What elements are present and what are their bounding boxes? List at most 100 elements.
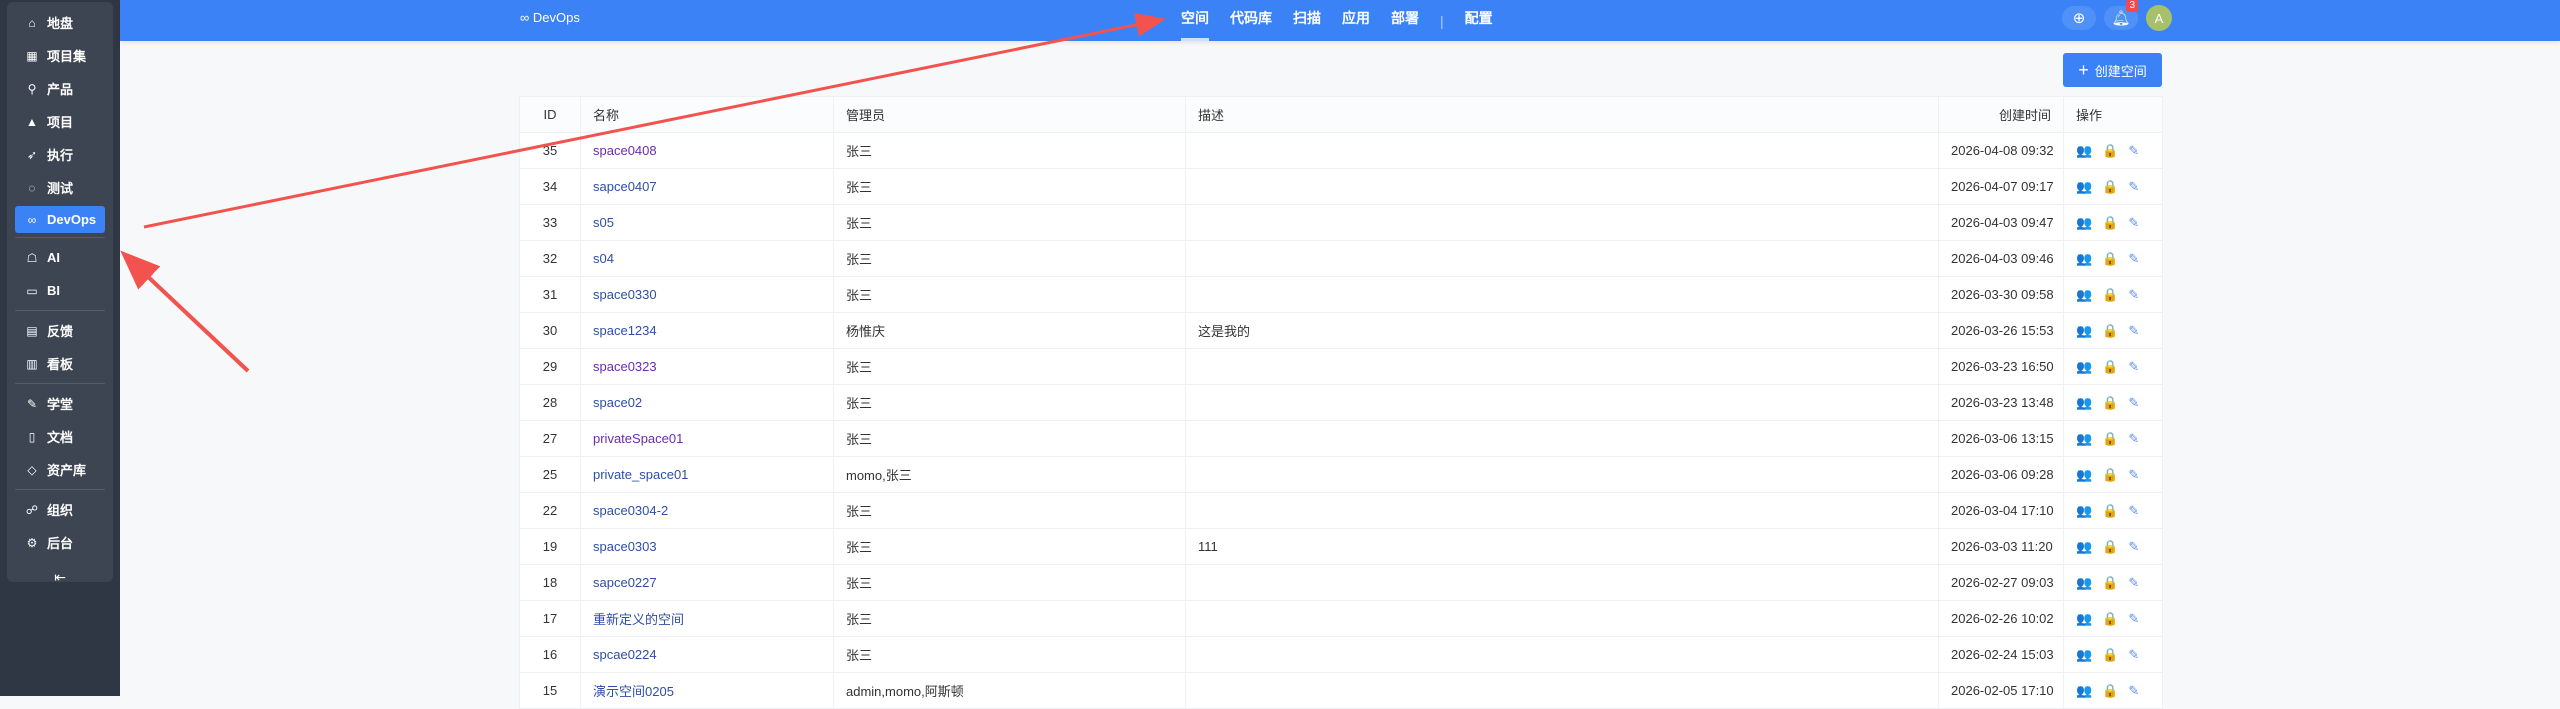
space-name-link[interactable]: space0303 — [580, 528, 834, 565]
sidebar-item-12[interactable]: ▯ 文档 — [15, 420, 105, 453]
edit-icon[interactable]: ✎ — [2128, 575, 2139, 591]
lock-icon[interactable]: 🔒 — [2102, 215, 2118, 231]
members-icon[interactable]: 👥 — [2076, 431, 2092, 447]
space-name-link[interactable]: space0408 — [580, 132, 834, 169]
edit-icon[interactable]: ✎ — [2128, 467, 2139, 483]
row-id: 18 — [519, 564, 581, 601]
tab-0[interactable]: 空间 — [1181, 0, 1209, 41]
members-icon[interactable]: 👥 — [2076, 683, 2092, 699]
edit-icon[interactable]: ✎ — [2128, 395, 2139, 411]
space-name-link[interactable]: sapce0407 — [580, 168, 834, 205]
sidebar-item-5[interactable]: ◌ 测试 — [15, 171, 105, 204]
lock-icon[interactable]: 🔒 — [2102, 323, 2118, 339]
lock-icon[interactable]: 🔒 — [2102, 539, 2118, 555]
lock-icon[interactable]: 🔒 — [2102, 647, 2118, 663]
lock-icon[interactable]: 🔒 — [2102, 467, 2118, 483]
lock-icon[interactable]: 🔒 — [2102, 683, 2118, 699]
members-icon[interactable]: 👥 — [2076, 575, 2092, 591]
lock-icon[interactable]: 🔒 — [2102, 431, 2118, 447]
tab-5[interactable]: 配置 — [1465, 0, 1493, 41]
space-name-link[interactable]: 重新定义的空间 — [580, 600, 834, 637]
space-name-link[interactable]: s05 — [580, 204, 834, 241]
space-name-link[interactable]: space0323 — [580, 348, 834, 385]
edit-icon[interactable]: ✎ — [2128, 431, 2139, 447]
edit-icon[interactable]: ✎ — [2128, 503, 2139, 519]
space-name-link[interactable]: space02 — [580, 384, 834, 421]
sidebar-item-15[interactable]: ⚙ 后台 — [15, 526, 105, 559]
tab-2[interactable]: 扫描 — [1293, 0, 1321, 41]
sidebar-item-4[interactable]: ➶ 执行 — [15, 138, 105, 171]
members-icon[interactable]: 👥 — [2076, 467, 2092, 483]
sidebar-item-7[interactable]: ☖ AI — [15, 241, 105, 274]
sidebar-item-0[interactable]: ⌂ 地盘 — [15, 6, 105, 39]
edit-icon[interactable]: ✎ — [2128, 215, 2139, 231]
space-name-link[interactable]: 演示空间0205 — [580, 672, 834, 709]
members-icon[interactable]: 👥 — [2076, 323, 2092, 339]
sidebar-item-10[interactable]: ▥ 看板 — [15, 347, 105, 380]
edit-icon[interactable]: ✎ — [2128, 251, 2139, 267]
sidebar-item-8[interactable]: ▭ BI — [15, 274, 105, 307]
lock-icon[interactable]: 🔒 — [2102, 179, 2118, 195]
avatar[interactable]: A — [2146, 5, 2172, 31]
space-name-link[interactable]: sapce0227 — [580, 564, 834, 601]
tab-1[interactable]: 代码库 — [1230, 0, 1272, 41]
sidebar-item-14[interactable]: ☍ 组织 — [15, 493, 105, 526]
sidebar-item-9[interactable]: ▤ 反馈 — [15, 314, 105, 347]
row-actions: 👥 🔒 ✎ — [2063, 312, 2163, 349]
space-name-link[interactable]: private_space01 — [580, 456, 834, 493]
sidebar-item-6[interactable]: ∞ DevOps — [15, 206, 105, 233]
space-name-link[interactable]: s04 — [580, 240, 834, 277]
row-admin: 张三 — [833, 240, 1186, 277]
sidebar-item-label: AI — [47, 250, 60, 265]
members-icon[interactable]: 👥 — [2076, 395, 2092, 411]
row-id: 35 — [519, 132, 581, 169]
lock-icon[interactable]: 🔒 — [2102, 287, 2118, 303]
space-name-link[interactable]: space0304-2 — [580, 492, 834, 529]
row-admin: 张三 — [833, 204, 1186, 241]
space-name-link[interactable]: spcae0224 — [580, 636, 834, 673]
edit-icon[interactable]: ✎ — [2128, 359, 2139, 375]
members-icon[interactable]: 👥 — [2076, 251, 2092, 267]
lock-icon[interactable]: 🔒 — [2102, 143, 2118, 159]
create-space-button[interactable]: + 创建空间 — [2063, 53, 2162, 87]
tab-4[interactable]: 部署 — [1391, 0, 1419, 41]
edit-icon[interactable]: ✎ — [2128, 323, 2139, 339]
notifications-button[interactable]: 🔔︎ 3 — [2104, 0, 2138, 30]
space-name-link[interactable]: space1234 — [580, 312, 834, 349]
members-icon[interactable]: 👥 — [2076, 611, 2092, 627]
lock-icon[interactable]: 🔒 — [2102, 395, 2118, 411]
lock-icon[interactable]: 🔒 — [2102, 611, 2118, 627]
sidebar-item-label: 文档 — [47, 430, 74, 445]
sidebar-item-1[interactable]: ▦ 项目集 — [15, 39, 105, 72]
collapse-sidebar-icon[interactable]: ⇤ — [7, 569, 113, 586]
members-icon[interactable]: 👥 — [2076, 215, 2092, 231]
members-icon[interactable]: 👥 — [2076, 359, 2092, 375]
edit-icon[interactable]: ✎ — [2128, 287, 2139, 303]
space-name-link[interactable]: space0330 — [580, 276, 834, 313]
edit-icon[interactable]: ✎ — [2128, 611, 2139, 627]
members-icon[interactable]: 👥 — [2076, 539, 2092, 555]
space-name-link[interactable]: privateSpace01 — [580, 420, 834, 457]
sidebar-item-11[interactable]: ✎ 学堂 — [15, 387, 105, 420]
members-icon[interactable]: 👥 — [2076, 287, 2092, 303]
bulb-icon: ⚲ — [27, 81, 37, 96]
members-icon[interactable]: 👥 — [2076, 647, 2092, 663]
lock-icon[interactable]: 🔒 — [2102, 503, 2118, 519]
members-icon[interactable]: 👥 — [2076, 143, 2092, 159]
members-icon[interactable]: 👥 — [2076, 503, 2092, 519]
column-header-1: 名称 — [580, 96, 834, 133]
members-icon[interactable]: 👥 — [2076, 179, 2092, 195]
add-button[interactable]: ⊕ — [2062, 6, 2096, 30]
edit-icon[interactable]: ✎ — [2128, 539, 2139, 555]
edit-icon[interactable]: ✎ — [2128, 647, 2139, 663]
edit-icon[interactable]: ✎ — [2128, 683, 2139, 699]
lock-icon[interactable]: 🔒 — [2102, 359, 2118, 375]
tab-3[interactable]: 应用 — [1342, 0, 1370, 41]
sidebar-item-3[interactable]: ▲ 项目 — [15, 105, 105, 138]
lock-icon[interactable]: 🔒 — [2102, 251, 2118, 267]
sidebar-item-2[interactable]: ⚲ 产品 — [15, 72, 105, 105]
edit-icon[interactable]: ✎ — [2128, 179, 2139, 195]
lock-icon[interactable]: 🔒 — [2102, 575, 2118, 591]
edit-icon[interactable]: ✎ — [2128, 143, 2139, 159]
sidebar-item-13[interactable]: ◇ 资产库 — [15, 453, 105, 486]
